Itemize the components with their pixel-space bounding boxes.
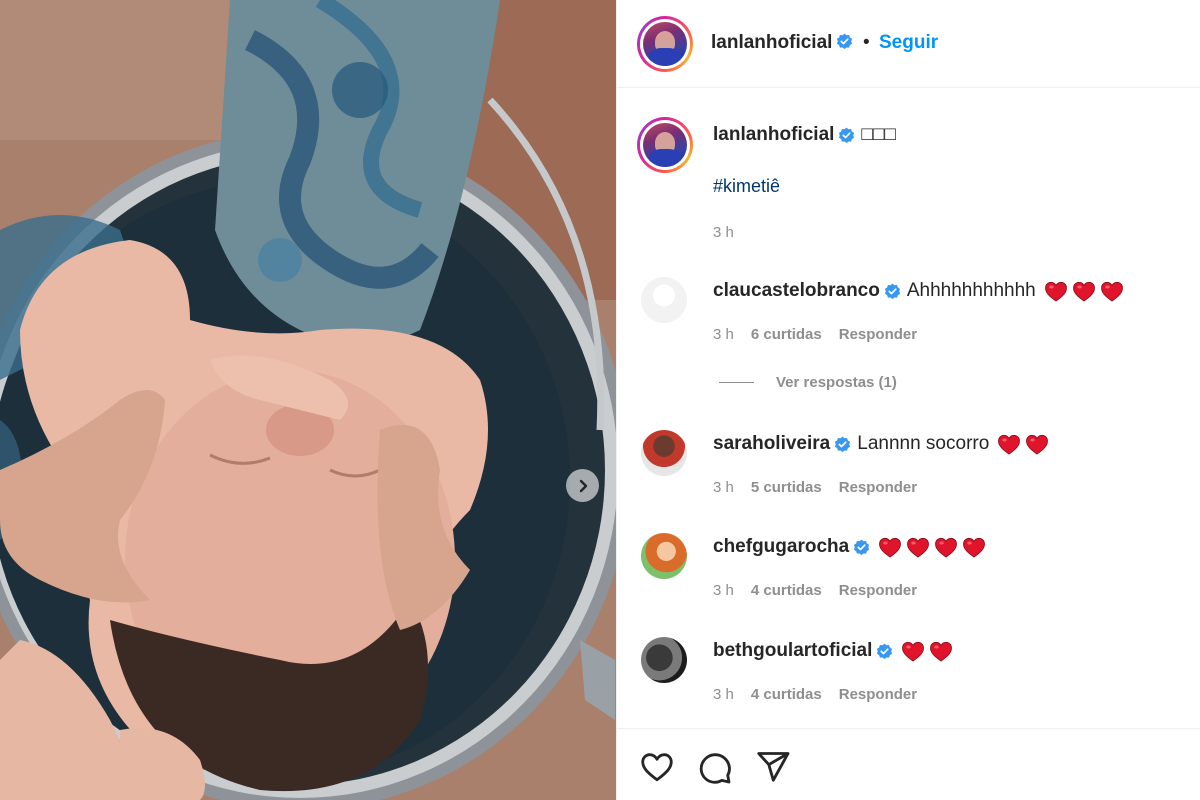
comment-hearts (878, 536, 986, 558)
view-replies-label: Ver respostas (1) (776, 374, 897, 391)
author-username-link[interactable]: lanlanhoficial (711, 32, 853, 54)
comment-hearts (1044, 280, 1124, 302)
paper-plane-icon (757, 752, 790, 782)
verified-badge-icon (839, 127, 855, 143)
post-header: lanlanhoficial • Seguir (617, 0, 1200, 88)
red-heart-emoji-icon (907, 537, 930, 558)
follow-button[interactable]: Seguir (879, 32, 938, 54)
caption-text: □□□ (861, 124, 896, 145)
red-heart-emoji-icon (930, 641, 953, 662)
chevron-right-icon (579, 479, 587, 492)
comment-meta: 3 h 4 curtidas Responder (713, 582, 917, 599)
heart-outline-icon (641, 753, 673, 782)
header-separator: • (863, 32, 870, 53)
red-heart-emoji-icon (998, 434, 1021, 455)
verified-badge-icon (854, 539, 870, 555)
red-heart-emoji-icon (902, 641, 925, 662)
comment-row: chefgugarocha (713, 536, 986, 558)
comment-timestamp: 3 h (713, 686, 734, 703)
comment-text: Lannnn socorro (857, 433, 990, 454)
caption-timestamp: 3 h (713, 224, 734, 241)
commenter-username-link[interactable]: chefgugarocha (713, 536, 849, 558)
action-bar (617, 728, 1200, 800)
post-photo[interactable] (0, 0, 616, 800)
commenter-avatar[interactable] (641, 430, 687, 476)
caption-row: lanlanhoficial □□□ (713, 124, 896, 146)
red-heart-emoji-icon (1072, 281, 1095, 302)
commenter-avatar[interactable] (641, 277, 687, 323)
comment-meta: 3 h 6 curtidas Responder (713, 326, 917, 343)
comment-hearts (997, 433, 1049, 455)
comment-meta: 3 h 4 curtidas Responder (713, 686, 917, 703)
red-heart-emoji-icon (963, 537, 986, 558)
comment-timestamp: 3 h (713, 582, 734, 599)
comment-likes-count[interactable]: 6 curtidas (751, 326, 822, 343)
photo-image (0, 0, 616, 800)
comment-text: Ahhhhhhhhhhh (906, 280, 1036, 301)
verified-badge-icon (877, 643, 893, 659)
view-replies-button[interactable]: Ver respostas (1) (719, 374, 897, 391)
caption-author-avatar[interactable] (637, 117, 693, 173)
reply-button[interactable]: Responder (839, 326, 917, 343)
red-heart-emoji-icon (879, 537, 902, 558)
red-heart-emoji-icon (935, 537, 958, 558)
comment-likes-count[interactable]: 4 curtidas (751, 582, 822, 599)
red-heart-emoji-icon (1100, 281, 1123, 302)
comment-likes-count[interactable]: 5 curtidas (751, 479, 822, 496)
comment-hearts (901, 640, 953, 662)
comment-bubble-icon (699, 753, 731, 784)
verified-badge-icon (884, 283, 900, 299)
red-heart-emoji-icon (1044, 281, 1067, 302)
comment-row: saraholiveira Lannnn socorro (713, 433, 1049, 455)
commenter-avatar[interactable] (641, 533, 687, 579)
commenter-avatar[interactable] (641, 637, 687, 683)
commenter-username-link[interactable]: bethgoulartoficial (713, 640, 872, 662)
like-button[interactable] (639, 749, 675, 785)
commenter-username-link[interactable]: saraholiveira (713, 433, 830, 455)
comment-timestamp: 3 h (713, 479, 734, 496)
comment-button[interactable] (697, 749, 733, 785)
verified-badge-icon (835, 436, 851, 452)
reply-button[interactable]: Responder (839, 582, 917, 599)
hashtag-link[interactable]: #kimetiê (713, 176, 780, 197)
reply-button[interactable]: Responder (839, 686, 917, 703)
caption-username-link[interactable]: lanlanhoficial (713, 124, 834, 146)
reply-button[interactable]: Responder (839, 479, 917, 496)
comment-likes-count[interactable]: 4 curtidas (751, 686, 822, 703)
commenter-username-link[interactable]: claucastelobranco (713, 280, 880, 302)
next-photo-button[interactable] (566, 469, 599, 502)
verified-badge-icon (837, 33, 853, 49)
comment-row: bethgoulartoficial (713, 640, 953, 662)
comment-timestamp: 3 h (713, 326, 734, 343)
red-heart-emoji-icon (1026, 434, 1049, 455)
comment-row: claucastelobranco Ahhhhhhhhhhh (713, 280, 1124, 302)
replies-divider (719, 382, 754, 383)
comment-meta: 3 h 5 curtidas Responder (713, 479, 917, 496)
post-side-panel: lanlanhoficial • Seguir lanlanhoficial □… (616, 0, 1200, 800)
author-avatar[interactable] (637, 16, 693, 72)
share-button[interactable] (755, 749, 791, 785)
